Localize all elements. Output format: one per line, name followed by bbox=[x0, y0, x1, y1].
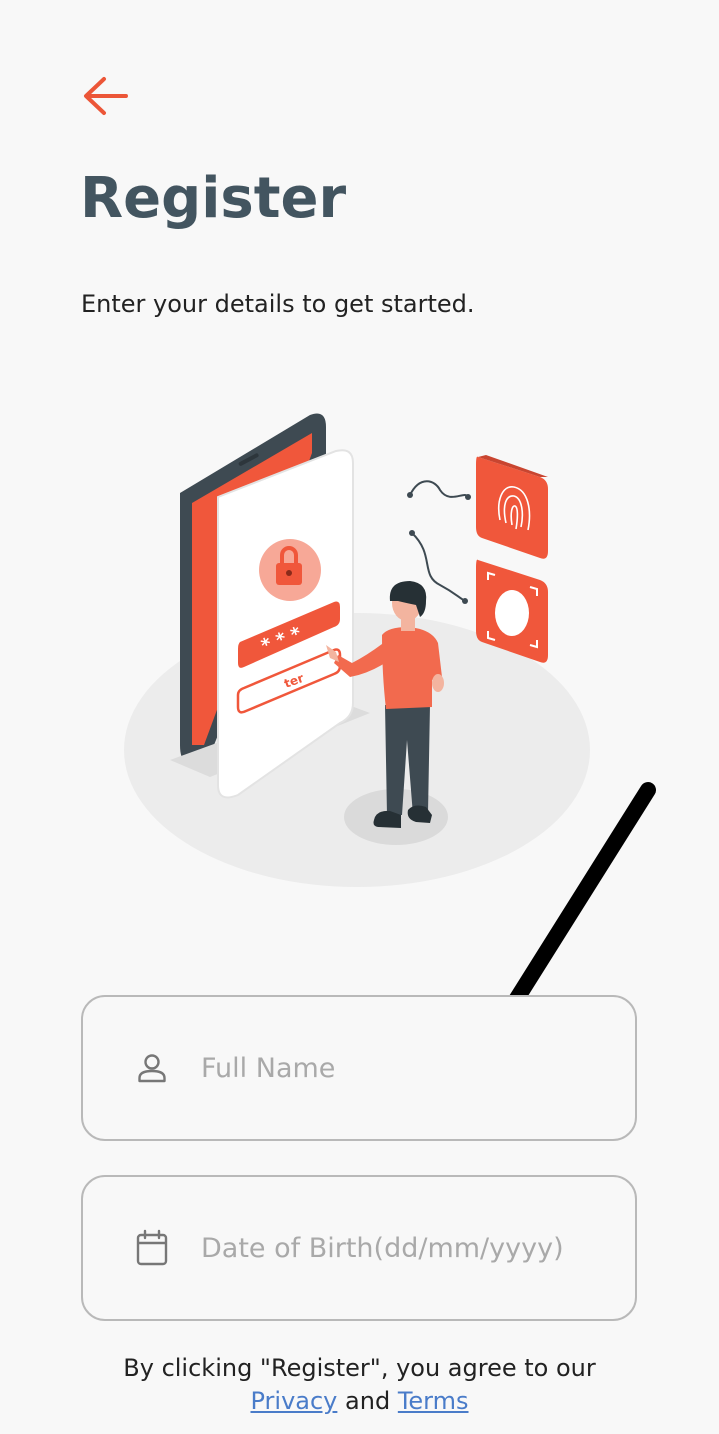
terms-links-line: Privacy and Terms bbox=[0, 1385, 719, 1418]
back-button[interactable] bbox=[82, 70, 138, 122]
page-subtitle: Enter your details to get started. bbox=[81, 290, 475, 318]
full-name-input[interactable] bbox=[199, 1051, 623, 1085]
terms-and-text: and bbox=[345, 1387, 391, 1415]
arrow-left-icon bbox=[84, 77, 128, 115]
terms-notice: By clicking "Register", you agree to our… bbox=[0, 1352, 719, 1418]
dob-input[interactable] bbox=[199, 1231, 623, 1265]
calendar-icon bbox=[135, 1229, 169, 1266]
dob-field[interactable] bbox=[81, 1175, 637, 1321]
page-title: Register bbox=[80, 166, 347, 231]
user-icon bbox=[135, 1051, 169, 1085]
terms-link[interactable]: Terms bbox=[398, 1387, 469, 1415]
terms-prefix: By clicking "Register", you agree to our bbox=[123, 1354, 596, 1382]
full-name-field[interactable] bbox=[81, 995, 637, 1141]
privacy-link[interactable]: Privacy bbox=[250, 1387, 337, 1415]
